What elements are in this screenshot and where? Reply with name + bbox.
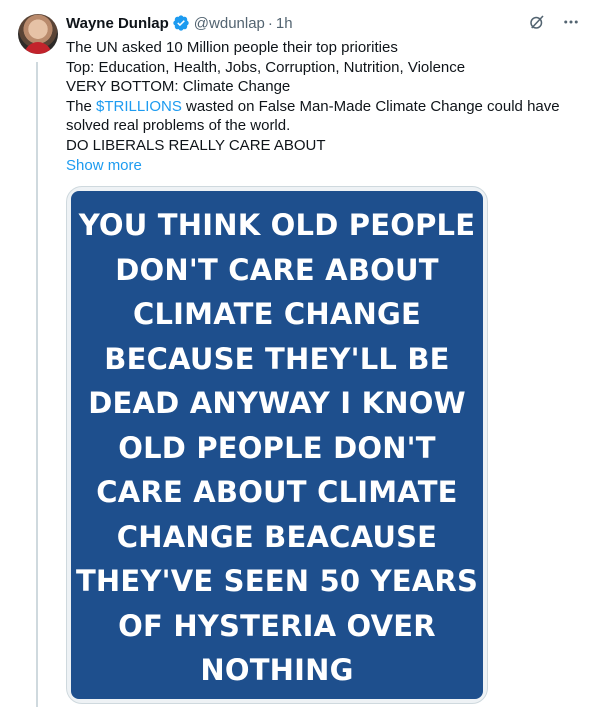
grok-icon[interactable] bbox=[527, 12, 547, 32]
cashtag-link[interactable]: $TRILLIONS bbox=[96, 98, 182, 115]
poster-text-line: CHANGE BEACAUSE bbox=[116, 519, 438, 554]
poster-text-line: OF HYSTERIA OVER bbox=[118, 608, 436, 643]
post-line: solved real problems of the world. bbox=[66, 117, 291, 135]
meme-poster: YOU THINK OLD PEOPLE DON'T CARE ABOUT CL… bbox=[71, 191, 483, 699]
poster-text-line: THEY'VE SEEN 50 YEARS bbox=[75, 564, 479, 598]
avatar[interactable] bbox=[18, 14, 58, 54]
verified-badge-icon bbox=[173, 15, 189, 31]
poster-text-line: BECAUSE THEY'LL BE bbox=[104, 341, 450, 376]
separator-dot: · bbox=[267, 14, 273, 32]
post-line: The $TRILLIONS wasted on False Man-Made … bbox=[66, 97, 576, 117]
poster-text-line: YOU THINK OLD PEOPLE bbox=[78, 208, 476, 242]
post-text-segment: The bbox=[66, 97, 97, 115]
post-actions-top bbox=[527, 12, 581, 32]
poster-text-line: NOTHING bbox=[200, 653, 354, 687]
post-line: The UN asked 10 Million people their top… bbox=[66, 39, 398, 56]
post-text: The UN asked 10 Million people their top… bbox=[66, 38, 576, 175]
poster-text-line: OLD PEOPLE DON'T bbox=[118, 430, 436, 465]
poster-text-line: DEAD ANYWAY I KNOW bbox=[88, 386, 466, 420]
post-header: Wayne Dunlap @wdunlap · 1h bbox=[66, 13, 293, 33]
poster-text-line: CLIMATE CHANGE bbox=[133, 297, 421, 331]
avatar-shirt bbox=[24, 42, 52, 54]
show-more-link[interactable]: Show more bbox=[66, 156, 576, 176]
post-line: VERY BOTTOM: Climate Change bbox=[66, 78, 291, 96]
poster-text-line: CARE ABOUT CLIMATE bbox=[96, 475, 458, 509]
post-line: DO LIBERALS REALLY CARE ABOUT bbox=[66, 136, 326, 154]
post-media-image[interactable]: YOU THINK OLD PEOPLE DON'T CARE ABOUT CL… bbox=[66, 186, 488, 704]
post-timestamp[interactable]: 1h bbox=[276, 15, 293, 32]
author-handle[interactable]: @wdunlap bbox=[194, 15, 265, 32]
author-name[interactable]: Wayne Dunlap bbox=[66, 15, 169, 32]
thread-line bbox=[36, 62, 38, 707]
more-icon[interactable] bbox=[561, 12, 581, 32]
poster-text-line: DON'T CARE ABOUT bbox=[115, 252, 439, 287]
post-line: Top: Education, Health, Jobs, Corruption… bbox=[66, 58, 466, 76]
post-text-segment: wasted on False Man-Made Climate Change … bbox=[181, 97, 560, 115]
